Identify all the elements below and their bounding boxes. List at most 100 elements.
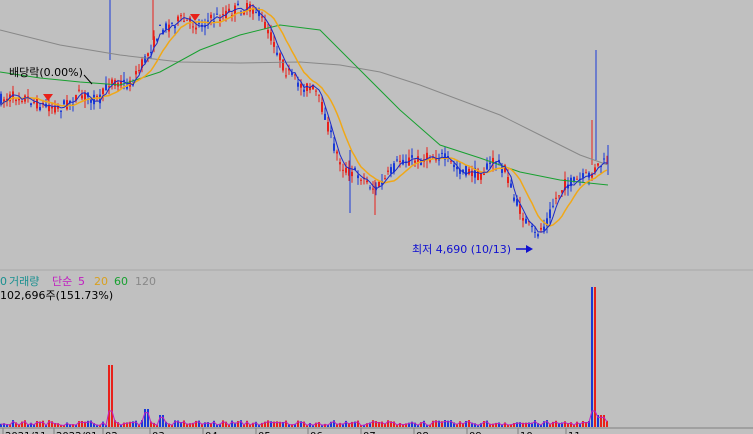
candle-body	[534, 231, 536, 233]
candle-body	[276, 52, 278, 55]
candle-body	[411, 155, 413, 158]
candle-body	[453, 164, 455, 168]
candle-body	[525, 218, 527, 224]
candle-body	[177, 16, 179, 22]
legend-ma120: 120	[135, 275, 156, 288]
candle-body	[264, 21, 266, 29]
candle-body	[102, 88, 104, 94]
candle-body	[210, 14, 212, 19]
volume-bar	[594, 287, 596, 427]
dividend-annotation: 배당락(0.00%)	[9, 66, 83, 79]
legend-prefix: 0	[0, 275, 7, 288]
candle-body	[522, 218, 524, 221]
volume-bar	[147, 409, 149, 427]
candle-body	[366, 180, 368, 183]
candle-body	[414, 160, 416, 163]
volume-bar	[603, 415, 605, 427]
candle-body	[222, 14, 224, 16]
stock-chart: 배당락(0.00%) 최저 4,690 (10/13) 0 거래량 단순 5 2…	[0, 0, 753, 434]
legend-ma-label: 단순	[52, 275, 72, 288]
candle-body	[483, 173, 485, 175]
candle-body	[396, 159, 398, 161]
candle-body	[138, 70, 140, 72]
candle-body	[192, 26, 194, 28]
candle-body	[195, 27, 197, 30]
candle-body	[336, 151, 338, 154]
legend-volume-value: 102,696주(151.73%)	[0, 289, 113, 302]
candle-body	[180, 15, 182, 17]
candle-body	[237, 3, 239, 6]
candle-body	[297, 82, 299, 87]
candle-body	[549, 209, 551, 219]
candle-body	[327, 122, 329, 132]
candle-body	[507, 177, 509, 183]
candle-body	[21, 100, 23, 102]
candle-body	[216, 13, 218, 15]
candle-body	[33, 102, 35, 104]
candle-body	[537, 234, 539, 237]
candle-body	[345, 167, 347, 173]
candle-body	[93, 94, 95, 105]
candle-body	[270, 32, 272, 41]
candle-body	[489, 162, 491, 164]
candle-body	[582, 173, 584, 178]
legend-ma5: 5	[78, 275, 85, 288]
candle-body	[255, 12, 257, 14]
volume-bar	[144, 409, 146, 427]
candle-body	[384, 178, 386, 180]
candle-body	[480, 173, 482, 180]
candle-body	[369, 187, 371, 189]
candle-body	[558, 195, 560, 197]
volume-bar	[600, 415, 602, 427]
candle-body	[171, 22, 173, 24]
candle-body	[390, 167, 392, 174]
candle-body	[339, 162, 341, 165]
candle-body	[321, 102, 323, 112]
volume-bar	[108, 365, 110, 427]
candle-body	[198, 22, 200, 24]
volume-bar	[111, 365, 113, 427]
candle-body	[513, 197, 515, 201]
candle-body	[468, 168, 470, 175]
candle-body	[510, 183, 512, 188]
candle-body	[576, 178, 578, 180]
low-annotation: 최저 4,690 (10/13)	[412, 243, 511, 256]
candle-body	[330, 130, 332, 133]
candle-body	[303, 89, 305, 92]
volume-bar	[162, 415, 164, 427]
volume-bar	[159, 415, 161, 427]
candle-body	[81, 95, 83, 99]
candle-body	[39, 107, 41, 111]
candle-body	[159, 25, 161, 26]
candle-body	[543, 226, 545, 231]
candle-body	[360, 179, 362, 181]
volume-bar	[591, 287, 593, 427]
candle-body	[357, 175, 359, 179]
candle-body	[60, 110, 62, 112]
candle-body	[219, 19, 221, 21]
candle-body	[279, 53, 281, 61]
candle-body	[207, 20, 209, 22]
candle-body	[573, 177, 575, 181]
candle-body	[486, 163, 488, 170]
candle-body	[135, 71, 137, 75]
candle-body	[111, 79, 113, 84]
candle-body	[96, 95, 98, 97]
candle-body	[585, 172, 587, 174]
candle-body	[555, 197, 557, 199]
candle-body	[318, 94, 320, 96]
candle-body	[78, 89, 80, 91]
candle-body	[273, 42, 275, 47]
candle-body	[267, 29, 269, 34]
candle-body	[387, 170, 389, 172]
legend-ma60: 60	[114, 275, 128, 288]
candle-body	[0, 93, 2, 105]
candle-body	[174, 26, 176, 29]
candle-body	[183, 20, 185, 22]
candle-body	[63, 100, 65, 105]
candle-body	[300, 84, 302, 88]
candle-body	[540, 227, 542, 230]
candle-body	[165, 23, 167, 30]
candle-body	[15, 99, 17, 102]
candle-body	[441, 152, 443, 154]
